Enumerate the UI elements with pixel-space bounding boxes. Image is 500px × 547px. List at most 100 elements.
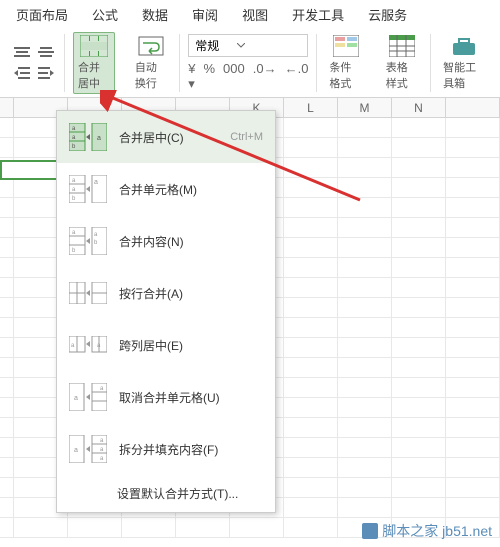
cell[interactable]: [446, 398, 500, 418]
cell[interactable]: [0, 118, 14, 138]
cell[interactable]: [0, 198, 14, 218]
cell[interactable]: [0, 498, 14, 518]
cell[interactable]: [0, 378, 14, 398]
cell[interactable]: [338, 118, 392, 138]
cell[interactable]: [392, 258, 446, 278]
conditional-format-button[interactable]: 条件格式: [325, 33, 365, 93]
cell[interactable]: [284, 258, 338, 278]
cell[interactable]: [284, 178, 338, 198]
cell[interactable]: [446, 298, 500, 318]
tab-data[interactable]: 数据: [142, 5, 168, 24]
cell[interactable]: [392, 278, 446, 298]
indent-increase-icon[interactable]: [36, 65, 56, 81]
cell[interactable]: [392, 398, 446, 418]
cell[interactable]: [338, 178, 392, 198]
col-header-l[interactable]: L: [284, 98, 338, 118]
cell[interactable]: [0, 518, 14, 538]
cell[interactable]: [338, 158, 392, 178]
cell[interactable]: [446, 478, 500, 498]
cell[interactable]: [284, 138, 338, 158]
cell[interactable]: [0, 458, 14, 478]
increase-decimal-icon[interactable]: .0→: [253, 61, 277, 92]
cell[interactable]: [338, 258, 392, 278]
cell[interactable]: [122, 518, 176, 538]
cell[interactable]: [338, 378, 392, 398]
cell[interactable]: [0, 318, 14, 338]
cell[interactable]: [68, 518, 122, 538]
cell[interactable]: [0, 278, 14, 298]
tab-review[interactable]: 审阅: [192, 5, 218, 24]
cell[interactable]: [392, 358, 446, 378]
cell[interactable]: [338, 418, 392, 438]
cell[interactable]: [0, 398, 14, 418]
cell[interactable]: [0, 218, 14, 238]
cell[interactable]: [338, 218, 392, 238]
cell[interactable]: [446, 278, 500, 298]
tab-view[interactable]: 视图: [242, 5, 268, 24]
cell[interactable]: [284, 338, 338, 358]
cell[interactable]: [392, 378, 446, 398]
cell[interactable]: [284, 218, 338, 238]
cell[interactable]: [284, 518, 338, 538]
table-style-button[interactable]: 表格样式: [382, 33, 422, 93]
cell[interactable]: [176, 518, 230, 538]
cell[interactable]: [446, 218, 500, 238]
cell[interactable]: [338, 198, 392, 218]
cell[interactable]: [392, 298, 446, 318]
cell[interactable]: [284, 378, 338, 398]
cell[interactable]: [446, 158, 500, 178]
cell[interactable]: [338, 318, 392, 338]
align-middle-icon[interactable]: [36, 45, 56, 61]
cell[interactable]: [446, 318, 500, 338]
cell[interactable]: [392, 498, 446, 518]
cell[interactable]: [392, 338, 446, 358]
cell[interactable]: [284, 418, 338, 438]
cell[interactable]: [338, 138, 392, 158]
merge-center-button[interactable]: 合并居中: [73, 32, 115, 94]
cell[interactable]: [446, 138, 500, 158]
cell[interactable]: [446, 238, 500, 258]
cell[interactable]: [392, 138, 446, 158]
cell[interactable]: [284, 498, 338, 518]
indent-decrease-icon[interactable]: [12, 65, 32, 81]
cell[interactable]: [446, 178, 500, 198]
cell[interactable]: [392, 158, 446, 178]
menu-merge-content[interactable]: abab 合并内容(N): [57, 215, 275, 267]
decrease-decimal-icon[interactable]: ←.0: [285, 61, 309, 92]
cell[interactable]: [338, 278, 392, 298]
cell[interactable]: [338, 338, 392, 358]
cell[interactable]: [0, 258, 14, 278]
cell[interactable]: [392, 198, 446, 218]
cell[interactable]: [0, 418, 14, 438]
cell[interactable]: [392, 238, 446, 258]
cell[interactable]: [284, 398, 338, 418]
cell[interactable]: [284, 358, 338, 378]
menu-split-fill[interactable]: aaaa 拆分并填充内容(F): [57, 423, 275, 475]
cell[interactable]: [338, 478, 392, 498]
cell[interactable]: [284, 158, 338, 178]
cell[interactable]: [338, 398, 392, 418]
cell[interactable]: [0, 478, 14, 498]
cell[interactable]: [338, 458, 392, 478]
tab-dev-tools[interactable]: 开发工具: [292, 5, 344, 24]
cell[interactable]: [392, 418, 446, 438]
cell[interactable]: [284, 438, 338, 458]
cell[interactable]: [392, 178, 446, 198]
cell[interactable]: [0, 438, 14, 458]
cell[interactable]: [392, 438, 446, 458]
cell[interactable]: [284, 318, 338, 338]
selected-cell[interactable]: [0, 160, 62, 180]
cell[interactable]: [392, 218, 446, 238]
menu-merge-rows[interactable]: 按行合并(A): [57, 267, 275, 319]
cell[interactable]: [0, 358, 14, 378]
cell[interactable]: [284, 458, 338, 478]
cell[interactable]: [338, 298, 392, 318]
menu-merge-cells[interactable]: aaba 合并单元格(M): [57, 163, 275, 215]
cell[interactable]: [284, 298, 338, 318]
cell[interactable]: [14, 518, 68, 538]
cell[interactable]: [446, 258, 500, 278]
tab-cloud[interactable]: 云服务: [368, 5, 407, 24]
comma-icon[interactable]: 000: [223, 61, 245, 92]
cell[interactable]: [392, 318, 446, 338]
cell[interactable]: [446, 458, 500, 478]
